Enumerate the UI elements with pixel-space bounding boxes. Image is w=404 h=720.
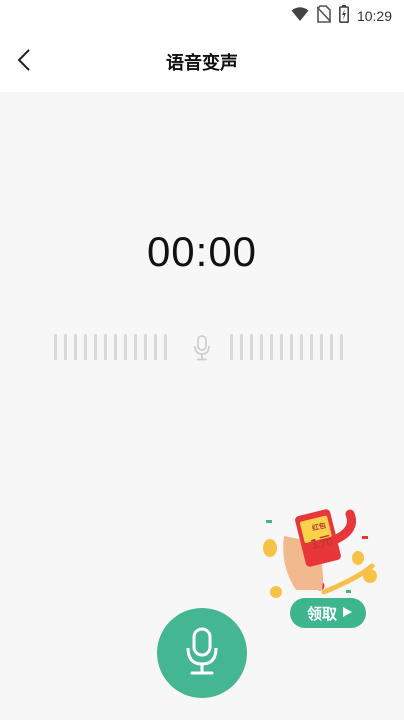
page-title: 语音变声 [166, 53, 238, 74]
waveform-bar [230, 334, 233, 360]
waveform-bar [290, 334, 293, 360]
waveform-bar [134, 334, 137, 360]
wifi-icon [291, 6, 309, 26]
waveform-bar [270, 334, 273, 360]
claim-button[interactable]: 领取 [290, 598, 366, 628]
waveform-bar [340, 334, 343, 360]
waveform-bar [310, 334, 313, 360]
waveform-bar [154, 334, 157, 360]
no-sim-icon [316, 5, 332, 27]
waveform-bar [260, 334, 263, 360]
waveform-bar [280, 334, 283, 360]
waveform-bar [124, 334, 127, 360]
record-button[interactable] [157, 608, 247, 698]
claim-button-label: 领取 [306, 604, 337, 623]
waveform-bar [300, 334, 303, 360]
nav-bar: 语音变声 [0, 32, 404, 92]
play-triangle-icon [341, 604, 353, 622]
red-packet-promo[interactable]: 红包 1元 领取 [262, 506, 380, 634]
waveform-bar [74, 334, 77, 360]
waveform-bar [54, 334, 57, 360]
waveform-bar [144, 334, 147, 360]
waveform-bar [64, 334, 67, 360]
status-time: 10:29 [356, 8, 392, 24]
waveform-bar [330, 334, 333, 360]
waveform-bar [250, 334, 253, 360]
battery-charging-icon [338, 5, 349, 27]
waveform [54, 334, 350, 362]
microphone-icon [192, 334, 212, 362]
waveform-bar [164, 334, 167, 360]
waveform-bar [104, 334, 107, 360]
waveform-bar [114, 334, 117, 360]
waveform-bar [320, 334, 323, 360]
waveform-bar [84, 334, 87, 360]
waveform-bar [240, 334, 243, 360]
status-icons: 10:29 [291, 5, 392, 27]
status-bar: 10:29 [0, 0, 404, 32]
waveform-bar [94, 334, 97, 360]
recording-timer: 00:00 [146, 228, 258, 275]
microphone-icon [184, 626, 220, 680]
